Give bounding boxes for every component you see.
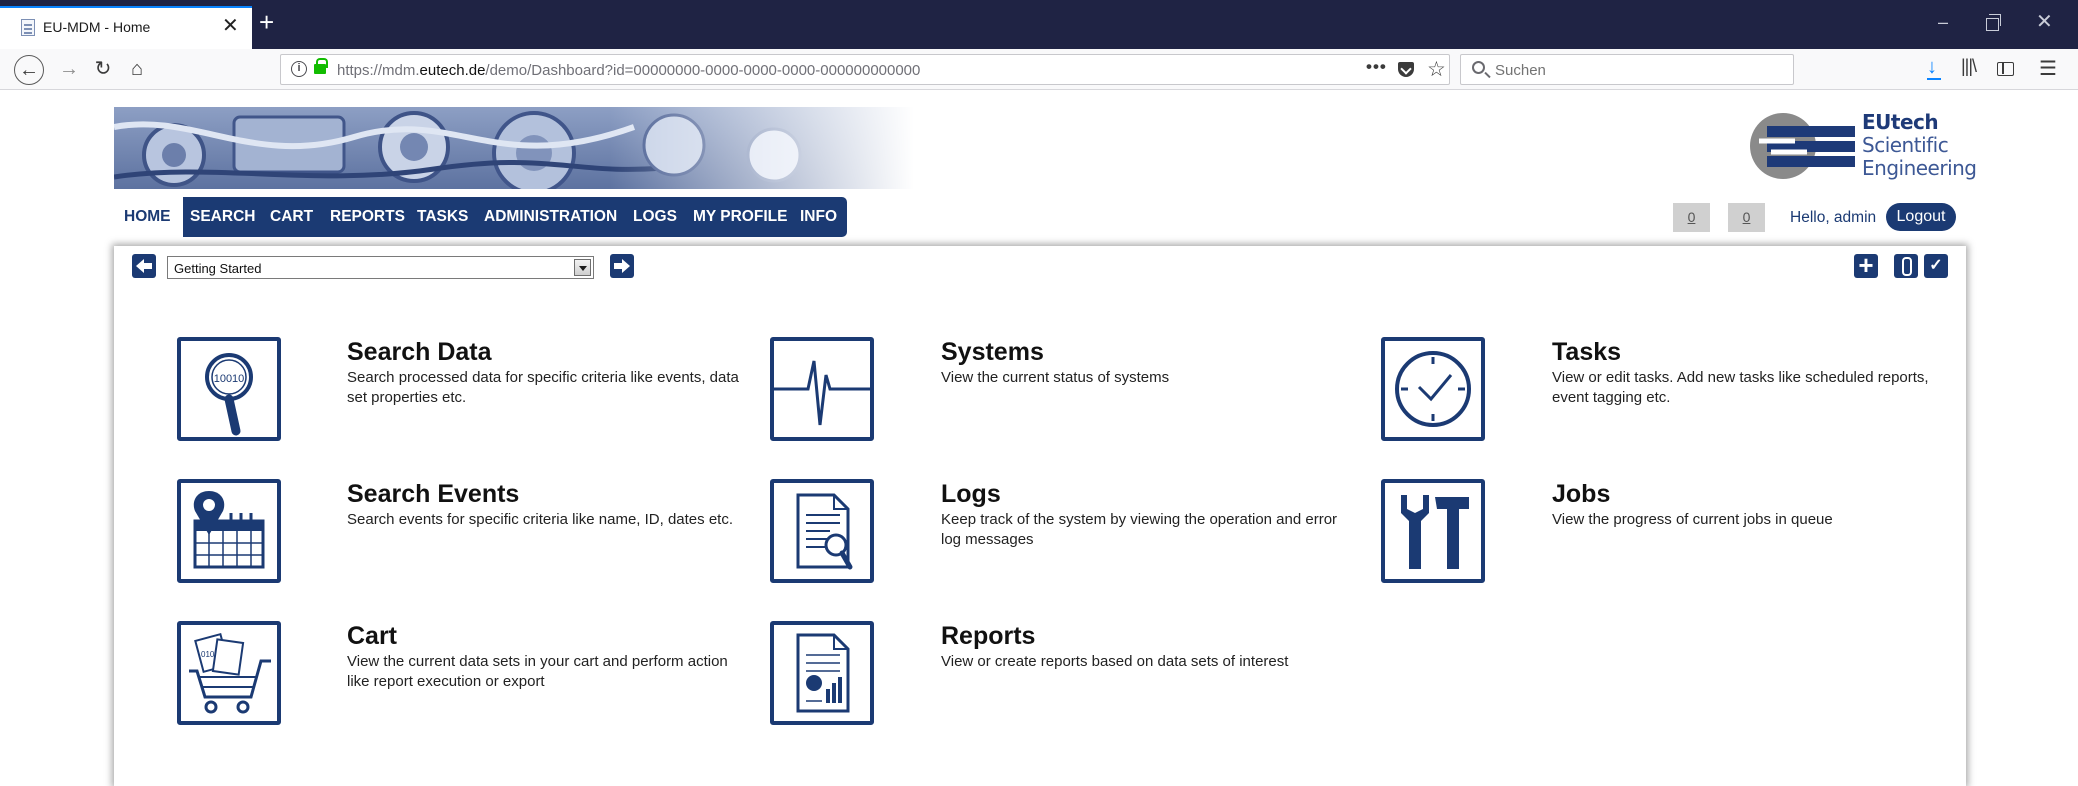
logo-text-line1: EUtech — [1862, 110, 1939, 134]
tile-desc-cart: View the current data sets in your cart … — [347, 653, 728, 690]
message-counter[interactable]: 0 — [1728, 203, 1765, 232]
reload-icon[interactable]: ↻ — [88, 55, 118, 85]
search-data-icon: 10010 — [205, 353, 253, 436]
eutech-logo: EUtech Scientific Engineering — [1745, 111, 1977, 181]
browser-tab[interactable]: EU-MDM - Home ✕ — [0, 6, 252, 49]
tab-title: EU-MDM - Home — [43, 19, 151, 35]
address-bar[interactable]: i https://mdm.eutech.de/demo/Dashboard?i… — [280, 54, 1450, 85]
tile-title-tasks[interactable]: Tasks — [1552, 338, 1621, 367]
user-greeting: Hello, admin — [1790, 209, 1877, 226]
add-widget-button[interactable]: + — [1854, 252, 1878, 278]
nav-my-profile[interactable]: MY PROFILE — [693, 208, 787, 226]
logo-text-line2: Scientific — [1862, 133, 1949, 157]
close-tab-icon[interactable]: ✕ — [222, 15, 239, 37]
tile-desc-systems: View the current status of systems — [941, 369, 1170, 386]
tile-title-systems[interactable]: Systems — [941, 338, 1044, 367]
new-tab-icon[interactable]: + — [259, 7, 274, 37]
url-text[interactable]: https://mdm.eutech.de/demo/Dashboard?id=… — [337, 62, 920, 79]
logo-text-line3: Engineering — [1862, 156, 1977, 180]
tasks-tile-icon[interactable] — [1381, 337, 1485, 441]
tile-desc-tasks: View or edit tasks. Add new tasks like s… — [1552, 369, 1929, 406]
browser-toolbar: ← → ↻ ⌂ i https://mdm.eutech.de/demo/Das… — [0, 49, 2078, 90]
minimize-window-icon[interactable]: – — [1938, 12, 1948, 32]
page-favicon-icon — [21, 19, 35, 36]
chevron-down-icon[interactable] — [574, 259, 591, 276]
arrow-right-icon — [614, 259, 630, 273]
forward-arrow-icon[interactable]: → — [54, 55, 84, 85]
tile-title-search-data[interactable]: Search Data — [347, 338, 492, 367]
dashboard-select[interactable]: Getting Started — [167, 256, 594, 279]
restore-window-icon[interactable] — [1986, 14, 2001, 31]
hamburger-menu-icon[interactable]: ☰ — [2039, 56, 2057, 81]
search-data-tile-icon[interactable]: 10010 — [177, 337, 281, 441]
header-banner-image — [114, 107, 914, 189]
pocket-icon[interactable] — [1398, 62, 1414, 77]
browser-tab-bar: EU-MDM - Home ✕ + – ✕ — [0, 0, 2078, 49]
previous-dashboard-button[interactable] — [132, 254, 156, 278]
library-icon[interactable]: |||\ — [1961, 56, 1977, 77]
logs-tile-icon[interactable] — [770, 479, 874, 583]
cart-icon: 0101 — [189, 632, 271, 714]
search-events-tile-icon[interactable] — [177, 479, 281, 583]
report-chart-icon — [796, 633, 850, 713]
bookmark-star-icon[interactable]: ☆ — [1427, 57, 1446, 82]
main-navigation: HOME SEARCH CART REPORTS TASKS ADMINISTR… — [114, 197, 847, 237]
info-icon[interactable]: i — [291, 61, 307, 77]
search-placeholder: Suchen — [1495, 62, 1546, 79]
jobs-tile-icon[interactable] — [1381, 479, 1485, 583]
nav-cart[interactable]: CART — [270, 208, 313, 226]
notification-counter[interactable]: 0 — [1673, 203, 1710, 232]
nav-reports[interactable]: REPORTS — [330, 208, 405, 226]
page-actions-icon[interactable]: ••• — [1366, 57, 1387, 77]
download-icon[interactable]: ↓ — [1927, 56, 1941, 80]
systems-pulse-icon — [774, 360, 870, 426]
tile-title-logs[interactable]: Logs — [941, 480, 1001, 509]
logout-button[interactable]: Logout — [1886, 203, 1956, 231]
tools-icon — [1401, 495, 1469, 569]
next-dashboard-button[interactable] — [610, 254, 634, 278]
calendar-pin-icon — [193, 491, 265, 569]
close-window-icon[interactable]: ✕ — [2036, 12, 2053, 32]
tile-desc-reports: View or create reports based on data set… — [941, 653, 1289, 670]
tile-title-cart[interactable]: Cart — [347, 622, 397, 651]
nav-search[interactable]: SEARCH — [190, 208, 255, 226]
dashboard-select-value: Getting Started — [174, 261, 262, 276]
lock-icon[interactable] — [314, 58, 328, 74]
tile-desc-jobs: View the progress of current jobs in que… — [1552, 511, 1833, 528]
home-icon[interactable]: ⌂ — [122, 55, 152, 85]
eutech-logo-mark-icon — [1750, 113, 1855, 179]
nav-home[interactable]: HOME — [114, 197, 183, 237]
attach-icon[interactable] — [1894, 254, 1918, 278]
tile-desc-logs: Keep track of the system by viewing the … — [941, 511, 1338, 548]
log-document-icon — [796, 493, 853, 570]
arrow-left-icon — [136, 259, 152, 273]
nav-tasks[interactable]: TASKS — [417, 208, 468, 226]
clock-icon — [1395, 351, 1471, 427]
check-icon[interactable]: ✓ — [1924, 254, 1948, 278]
back-arrow-icon[interactable]: ← — [14, 55, 44, 85]
cart-tile-icon[interactable]: 0101 — [177, 621, 281, 725]
systems-tile-icon[interactable] — [770, 337, 874, 441]
svg-text:10010: 10010 — [214, 373, 245, 385]
reports-tile-icon[interactable] — [770, 621, 874, 725]
search-icon — [1472, 61, 1485, 74]
tile-desc-search-events: Search events for specific criteria like… — [347, 511, 733, 528]
browser-search-input[interactable]: Suchen — [1460, 54, 1794, 85]
nav-info[interactable]: INFO — [800, 208, 837, 226]
tile-desc-search-data: Search processed data for specific crite… — [347, 369, 739, 406]
sidebar-icon[interactable] — [1997, 62, 2014, 76]
nav-administration[interactable]: ADMINISTRATION — [484, 208, 617, 226]
dashboard-panel: Getting Started + ✓ 10010 Search Data Se… — [114, 246, 1966, 786]
nav-logs[interactable]: LOGS — [633, 208, 677, 226]
tile-title-jobs[interactable]: Jobs — [1552, 480, 1610, 509]
tile-title-search-events[interactable]: Search Events — [347, 480, 519, 509]
tile-title-reports[interactable]: Reports — [941, 622, 1035, 651]
